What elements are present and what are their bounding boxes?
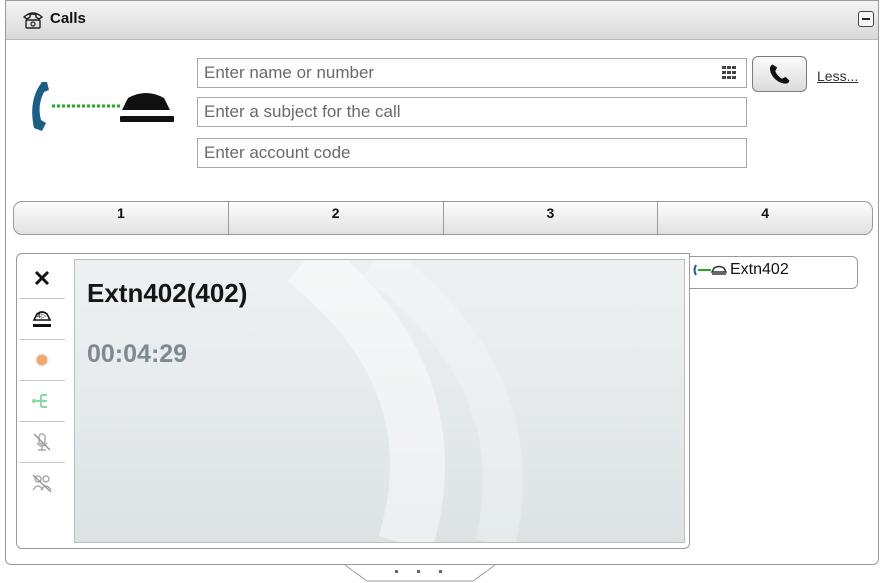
call-tabs: 1 2 3 4 [13,201,873,235]
transfer-button [19,381,65,422]
call-tab-label: Extn402 [730,261,789,278]
transfer-icon [32,394,47,408]
end-call-button[interactable] [19,258,65,299]
phone-icon [769,64,790,84]
make-call-button[interactable] [752,56,807,92]
caller-name: Extn402(402) [87,278,248,308]
record-button [19,340,65,381]
svg-text:4▷: 4▷ [37,313,47,320]
telephone-icon [22,12,44,29]
handset-connection-icon [32,82,174,131]
tab-4[interactable]: 4 [658,202,872,234]
close-icon [34,270,50,286]
title-bar: Calls [6,1,878,40]
call-subject-input[interactable]: Enter a subject for the call [197,97,747,127]
resize-grip-icon[interactable] [345,564,495,583]
conference-mute-button [19,463,65,503]
hold-button[interactable]: 4▷ [19,299,65,340]
call-details: Extn402(402) 00:04:29 [74,259,685,543]
tab-1[interactable]: 1 [14,202,229,234]
call-controls: 4▷ [17,254,67,548]
call-tab-extn402[interactable]: Extn402 [690,256,858,289]
mute-icon [33,433,51,451]
account-code-input[interactable]: Enter account code [197,138,747,168]
record-icon [35,353,49,367]
call-timer: 00:04:29 [87,340,188,368]
keypad-icon[interactable] [715,61,743,85]
window-title: Calls [50,10,86,27]
name-or-number-input[interactable]: Enter name or number [197,58,747,88]
connected-call-icon [693,264,727,276]
tab-2[interactable]: 2 [229,202,444,234]
less-link[interactable]: Less... [817,68,858,84]
conference-mute-icon [32,474,52,493]
mute-button [19,422,65,463]
active-call-panel: 4▷ Extn402(402) 00:04:29 [16,253,690,549]
minimize-icon[interactable] [858,11,874,27]
tab-3[interactable]: 3 [444,202,659,234]
hold-icon: 4▷ [32,311,52,327]
